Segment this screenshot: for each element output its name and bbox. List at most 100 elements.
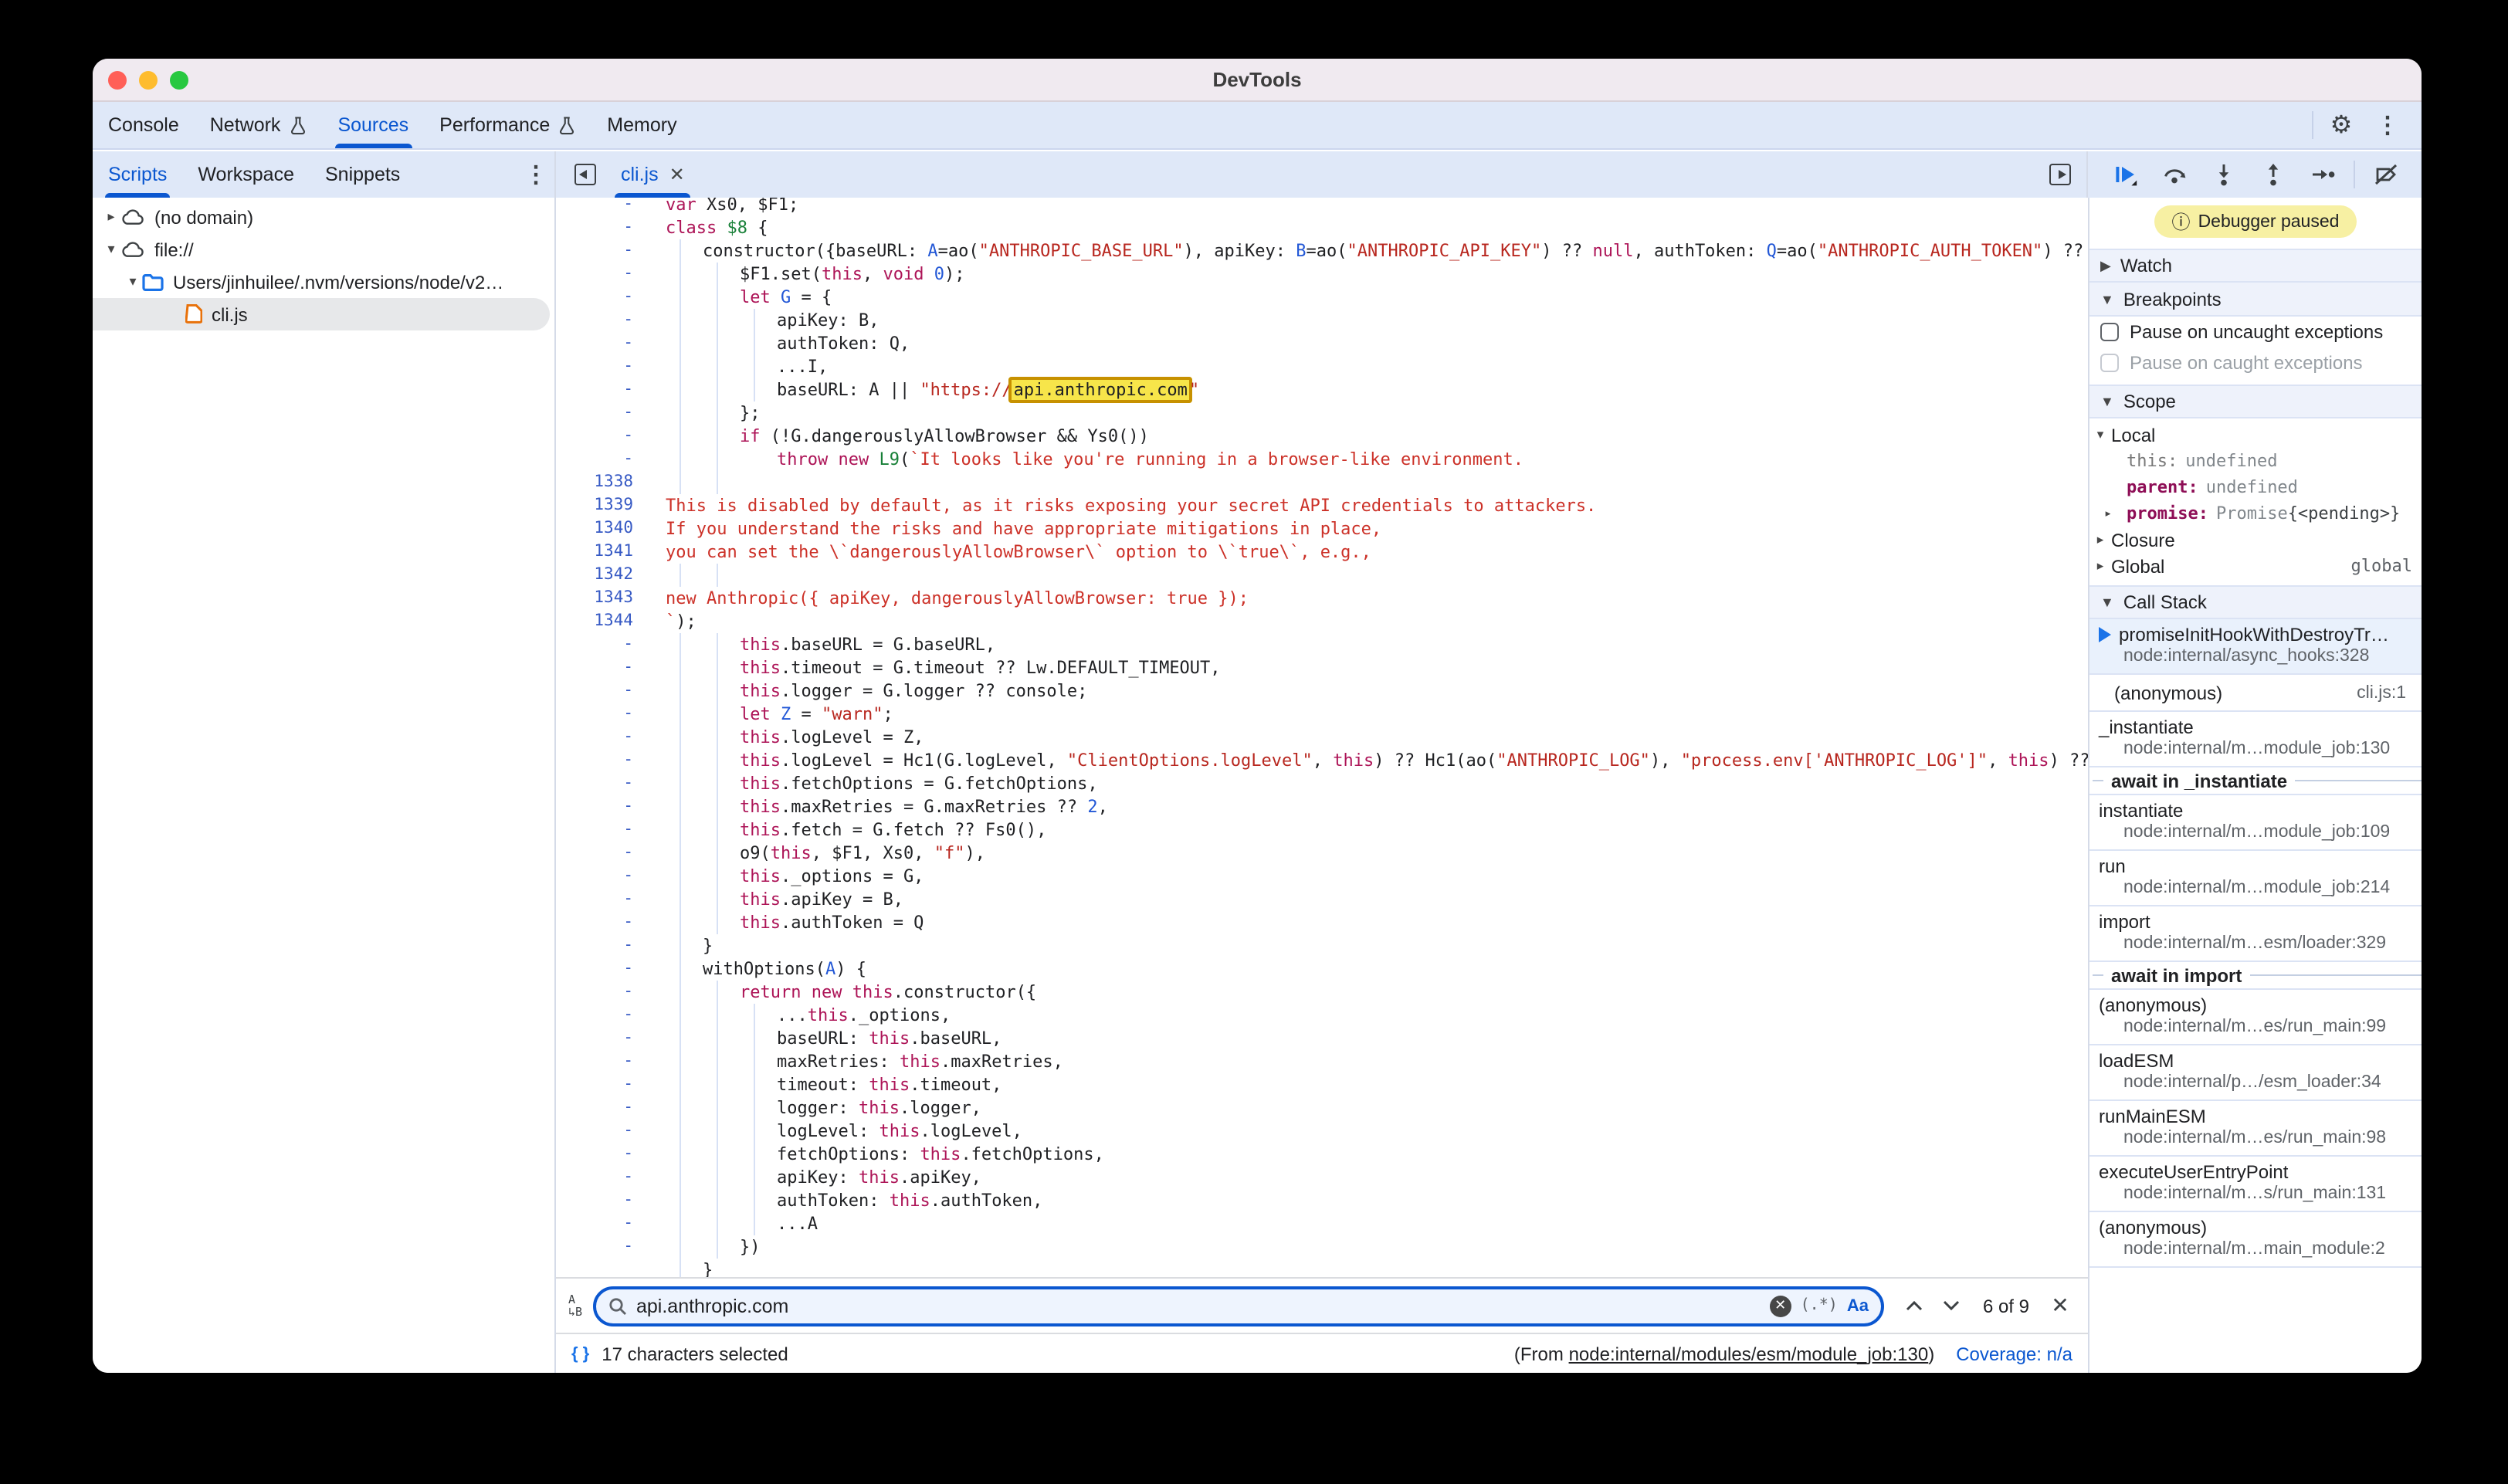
- checkbox[interactable]: [2100, 354, 2119, 372]
- tab-sources[interactable]: Sources: [322, 102, 424, 148]
- code-editor[interactable]: -var Xs0, $F1;-class $8 {-constructor({b…: [556, 198, 2088, 1277]
- line-gutter[interactable]: -: [556, 401, 633, 425]
- tab-network[interactable]: Network: [195, 102, 323, 148]
- code-line[interactable]: -this.maxRetries = G.maxRetries ?? 2,: [556, 795, 2088, 818]
- line-gutter[interactable]: -: [556, 957, 633, 981]
- code-line[interactable]: -logLevel: this.logLevel,: [556, 1120, 2088, 1143]
- code-line[interactable]: -this.baseURL = G.baseURL,: [556, 633, 2088, 656]
- line-gutter[interactable]: -: [556, 726, 633, 749]
- line-gutter[interactable]: -: [556, 633, 633, 656]
- callstack-frame[interactable]: runMainESMnode:internal/m…es/run_main:98: [2089, 1101, 2422, 1157]
- next-result-icon[interactable]: [1937, 1290, 1967, 1321]
- collapse-left-panel-icon[interactable]: [568, 158, 602, 191]
- line-gutter[interactable]: -: [556, 911, 633, 934]
- scope-row-Local[interactable]: ▾Local: [2089, 422, 2422, 448]
- line-gutter[interactable]: -: [556, 934, 633, 957]
- callstack-frame[interactable]: (anonymous)node:internal/m…es/run_main:9…: [2089, 990, 2422, 1045]
- callstack-frame[interactable]: runnode:internal/m…module_job:214: [2089, 851, 2422, 906]
- line-gutter[interactable]: 1341: [556, 540, 633, 564]
- clear-search-icon[interactable]: ✕: [1770, 1295, 1791, 1316]
- line-gutter[interactable]: -: [556, 378, 633, 401]
- code-line[interactable]: -return new this.constructor({: [556, 981, 2088, 1004]
- file-tab-clijs[interactable]: cli.js ✕: [608, 151, 697, 198]
- code-line[interactable]: -this.fetch = G.fetch ?? Fs0(),: [556, 818, 2088, 842]
- tree-item-file-[interactable]: ▾file://: [93, 233, 554, 266]
- sidebar-tab-snippets[interactable]: Snippets: [310, 151, 415, 198]
- code-line[interactable]: -this.logLevel = Z,: [556, 726, 2088, 749]
- scope-section-header[interactable]: ▼ Scope: [2089, 385, 2422, 418]
- line-gutter[interactable]: -: [556, 355, 633, 378]
- line-gutter[interactable]: -: [556, 1050, 633, 1073]
- line-gutter[interactable]: -: [556, 1189, 633, 1212]
- code-line[interactable]: -apiKey: B,: [556, 309, 2088, 332]
- line-gutter[interactable]: -: [556, 865, 633, 888]
- source-origin-link[interactable]: node:internal/modules/esm/module_job:130: [1569, 1343, 1929, 1364]
- code-line[interactable]: -o9(this, $F1, Xs0, "f"),: [556, 842, 2088, 865]
- callstack-frame[interactable]: _instantiatenode:internal/m…module_job:1…: [2089, 712, 2422, 767]
- code-line[interactable]: -maxRetries: this.maxRetries,: [556, 1050, 2088, 1073]
- tree-item--no-domain-[interactable]: ▸(no domain): [93, 201, 554, 233]
- line-gutter[interactable]: -: [556, 1004, 633, 1027]
- callstack-frame[interactable]: loadESMnode:internal/p…/esm_loader:34: [2089, 1045, 2422, 1101]
- code-line[interactable]: -logger: this.logger,: [556, 1096, 2088, 1120]
- callstack-frame[interactable]: (anonymous)cli.js:1: [2089, 675, 2422, 712]
- scope-row-parent[interactable]: parent:undefined: [2089, 474, 2422, 500]
- match-case-toggle[interactable]: Aa: [1847, 1296, 1869, 1315]
- code-line[interactable]: -timeout: this.timeout,: [556, 1073, 2088, 1096]
- code-line[interactable]: -...A: [556, 1212, 2088, 1235]
- line-gutter[interactable]: -: [556, 656, 633, 679]
- tab-performance[interactable]: Performance: [424, 102, 591, 148]
- code-line[interactable]: -throw new L9(`It looks like you're runn…: [556, 448, 2088, 471]
- code-line[interactable]: -this.timeout = G.timeout ?? Lw.DEFAULT_…: [556, 656, 2088, 679]
- callstack-frame[interactable]: (anonymous)node:internal/m…main_module:2: [2089, 1212, 2422, 1268]
- line-gutter[interactable]: -: [556, 888, 633, 911]
- line-gutter[interactable]: -: [556, 239, 633, 263]
- line-gutter[interactable]: 1338: [556, 471, 633, 494]
- code-line[interactable]: 1338: [556, 471, 2088, 494]
- line-gutter[interactable]: -: [556, 1235, 633, 1259]
- line-gutter[interactable]: -: [556, 749, 633, 772]
- code-line[interactable]: -authToken: this.authToken,: [556, 1189, 2088, 1212]
- pretty-print-icon[interactable]: { }: [571, 1344, 589, 1363]
- watch-section-header[interactable]: ▶ Watch: [2089, 249, 2422, 283]
- step-button[interactable]: [2304, 156, 2341, 193]
- resume-script-button[interactable]: [2106, 156, 2144, 193]
- code-line[interactable]: 1341you can set the \`dangerouslyAllowBr…: [556, 540, 2088, 564]
- sidebar-tab-workspace[interactable]: Workspace: [182, 151, 310, 198]
- step-into-button[interactable]: [2205, 156, 2242, 193]
- step-over-button[interactable]: [2156, 156, 2193, 193]
- callstack-section-header[interactable]: ▼ Call Stack: [2089, 585, 2422, 619]
- code-line[interactable]: -if (!G.dangerouslyAllowBrowser && Ys0()…: [556, 425, 2088, 448]
- code-line[interactable]: -this.apiKey = B,: [556, 888, 2088, 911]
- code-line[interactable]: -fetchOptions: this.fetchOptions,: [556, 1143, 2088, 1166]
- code-line[interactable]: -let Z = "warn";: [556, 703, 2088, 726]
- code-line[interactable]: -$F1.set(this, void 0);: [556, 263, 2088, 286]
- code-line[interactable]: -constructor({baseURL: A=ao("ANTHROPIC_B…: [556, 239, 2088, 263]
- scope-row-promise[interactable]: ▸promise:Promise {<pending>}: [2089, 500, 2422, 527]
- code-line[interactable]: 1342: [556, 564, 2088, 587]
- deactivate-breakpoints-button[interactable]: [2367, 156, 2405, 193]
- line-gutter[interactable]: -: [556, 842, 633, 865]
- breakpoint-option[interactable]: Pause on uncaught exceptions: [2089, 317, 2422, 347]
- line-gutter[interactable]: -: [556, 1096, 633, 1120]
- line-gutter[interactable]: 1340: [556, 517, 633, 540]
- code-line[interactable]: -var Xs0, $F1;: [556, 198, 2088, 216]
- settings-gear-icon[interactable]: ⚙: [2323, 107, 2360, 144]
- code-line[interactable]: 1340If you understand the risks and have…: [556, 517, 2088, 540]
- code-line[interactable]: -class $8 {: [556, 216, 2088, 239]
- code-line[interactable]: -}): [556, 1235, 2088, 1259]
- line-gutter[interactable]: -: [556, 216, 633, 239]
- previous-result-icon[interactable]: [1900, 1290, 1930, 1321]
- code-line[interactable]: 1339This is disabled by default, as it r…: [556, 494, 2088, 517]
- code-line[interactable]: -let G = {: [556, 286, 2088, 309]
- code-line[interactable]: -this.authToken = Q: [556, 911, 2088, 934]
- coverage-link[interactable]: Coverage: n/a: [1956, 1343, 2072, 1364]
- breakpoints-section-header[interactable]: ▼ Breakpoints: [2089, 283, 2422, 317]
- line-gutter[interactable]: 1343: [556, 587, 633, 610]
- line-gutter[interactable]: -: [556, 1120, 633, 1143]
- line-gutter[interactable]: -: [556, 332, 633, 355]
- scope-row-Global[interactable]: ▸Globalglobal: [2089, 553, 2422, 579]
- line-gutter[interactable]: -: [556, 198, 633, 216]
- checkbox[interactable]: [2100, 323, 2119, 341]
- callstack-frame[interactable]: executeUserEntryPointnode:internal/m…s/r…: [2089, 1157, 2422, 1212]
